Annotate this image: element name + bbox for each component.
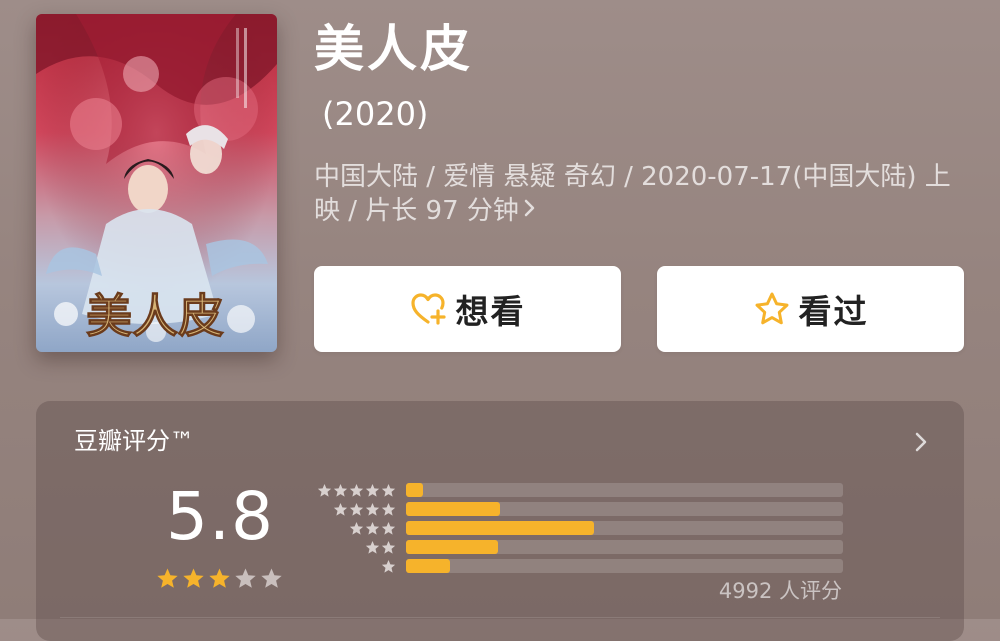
star-outline-icon [753,291,791,327]
distribution-bar-fill [406,559,450,573]
distribution-stars-5 [306,483,396,497]
rating-source-label: 豆瓣评分™ [74,427,194,455]
star-empty-icon [234,567,257,589]
movie-poster[interactable]: 美人皮 [36,14,277,352]
chevron-right-icon [523,193,537,227]
distribution-bar-1 [406,559,843,573]
watched-label: 看过 [798,292,869,331]
poster-title-text: 美人皮 [86,289,224,343]
want-to-watch-button[interactable]: 想看 [314,266,621,352]
mini-star-icon [381,521,396,535]
mini-star-icon [349,521,364,535]
chevron-right-icon[interactable] [914,431,928,453]
poster-image: 美人皮 [36,14,277,352]
distribution-bar-4 [406,502,843,516]
mini-star-icon [381,502,396,516]
mini-star-icon [365,540,380,554]
star-empty-icon [260,567,283,589]
mini-star-icon [317,483,332,497]
mini-star-icon [349,502,364,516]
distribution-bar-fill [406,483,424,497]
movie-meta[interactable]: 中国大陆 / 爱情 悬疑 奇幻 / 2020-07-17(中国大陆) 上映 / … [314,160,974,228]
movie-title: 美人皮 [314,20,473,78]
star-filled-icon [208,567,231,589]
mini-star-icon [333,483,348,497]
mini-star-icon [365,521,380,535]
mini-star-icon [381,540,396,554]
mini-star-icon [381,483,396,497]
rating-count: 4992 人评分 [718,579,842,603]
distribution-bar-5 [406,483,843,497]
distribution-bar-fill [406,502,500,516]
mini-star-icon [365,483,380,497]
mini-star-icon [349,483,364,497]
mini-star-icon [365,502,380,516]
movie-year: (2020) [322,95,429,133]
distribution-stars-2 [306,540,396,554]
distribution-stars-3 [306,521,396,535]
divider [60,617,940,618]
distribution-bar-fill [406,521,594,535]
want-to-watch-label: 想看 [455,292,526,331]
douban-rating-panel[interactable]: 豆瓣评分™ 5.8 4992 人评分 [36,401,964,641]
rating-score: 5.8 [166,478,274,555]
star-filled-icon [182,567,205,589]
heart-plus-icon [410,291,448,327]
distribution-bar-2 [406,540,843,554]
score-stars [156,567,283,589]
watched-button[interactable]: 看过 [657,266,964,352]
mini-star-icon [381,559,396,573]
distribution-bar-3 [406,521,843,535]
mini-star-icon [333,502,348,516]
distribution-bar-fill [406,540,498,554]
distribution-stars-1 [306,559,396,573]
star-filled-icon [156,567,179,589]
distribution-stars-4 [306,502,396,516]
movie-meta-text: 中国大陆 / 爱情 悬疑 奇幻 / 2020-07-17(中国大陆) 上映 / … [314,162,951,226]
